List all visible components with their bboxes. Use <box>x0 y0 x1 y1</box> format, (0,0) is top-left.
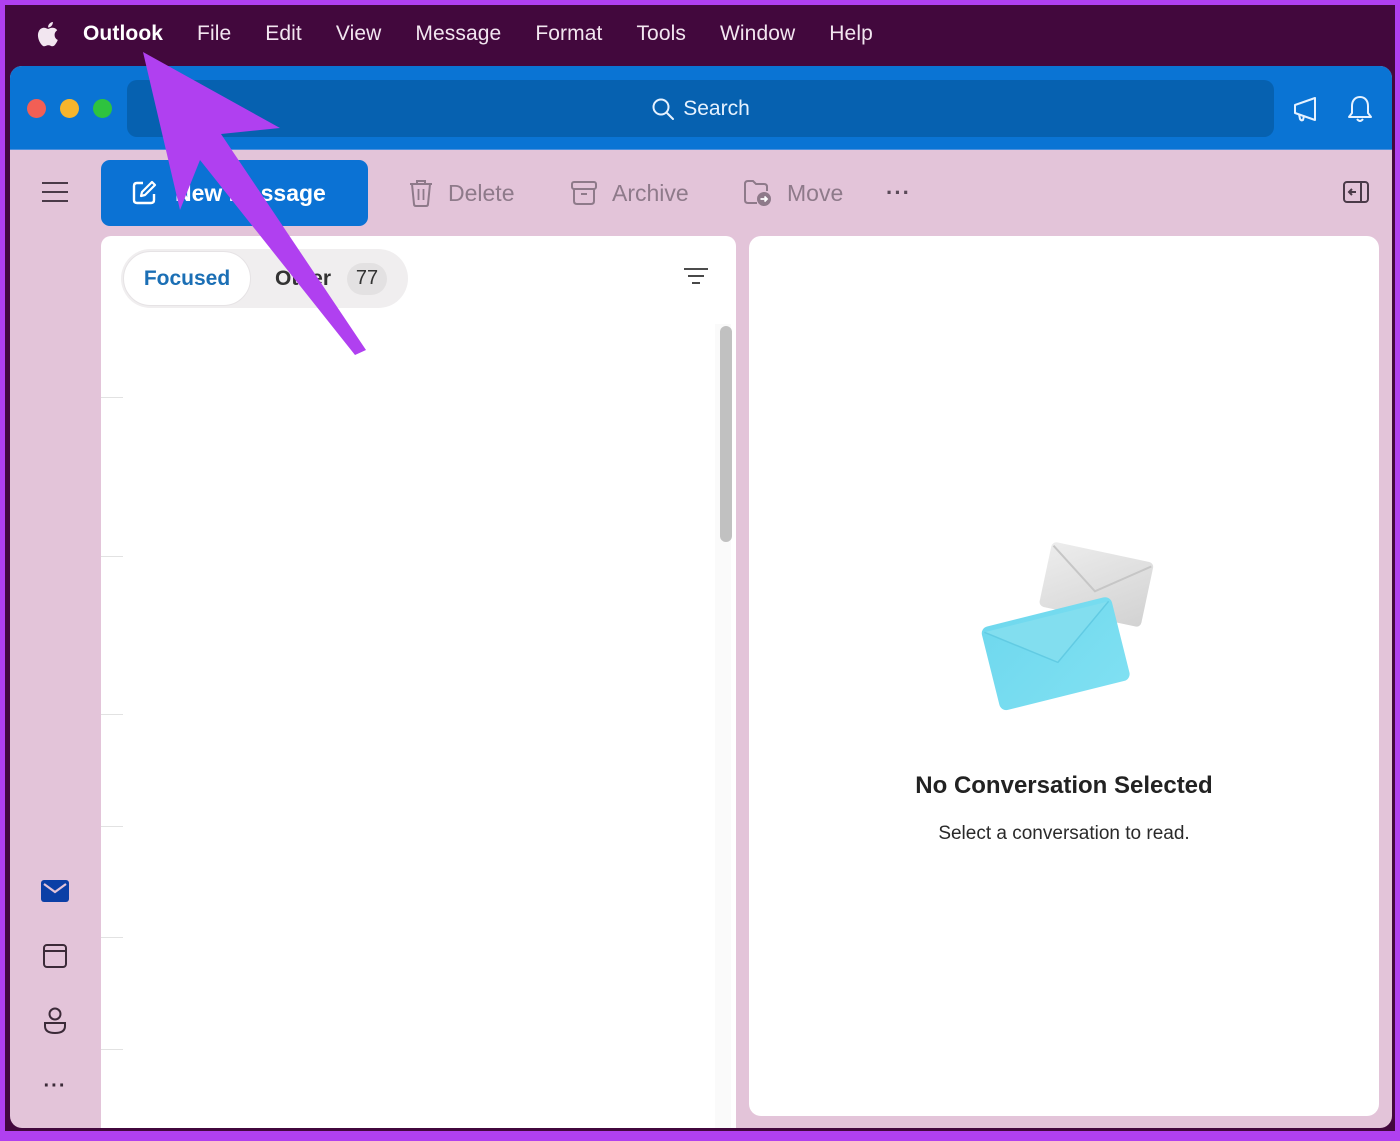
folder-move-icon <box>744 180 771 206</box>
tab-other[interactable]: Other 77 <box>275 249 388 308</box>
collapse-pane-icon[interactable] <box>1342 180 1370 204</box>
move-label: Move <box>787 179 844 206</box>
apple-logo-icon[interactable] <box>35 20 61 48</box>
menu-help[interactable]: Help <box>829 22 873 46</box>
trash-icon <box>410 180 432 207</box>
new-message-button[interactable]: New Message <box>101 160 368 226</box>
bell-icon[interactable] <box>1344 93 1376 125</box>
menu-view[interactable]: View <box>336 22 382 46</box>
list-separator <box>101 714 123 715</box>
search-icon <box>652 98 675 120</box>
more-icon: ··· <box>886 180 911 205</box>
tab-focused-label: Focused <box>143 266 231 290</box>
more-apps-icon[interactable]: ··· <box>40 1071 70 1101</box>
new-message-label: New Message <box>175 179 326 206</box>
blue-envelope <box>981 597 1130 711</box>
menu-window[interactable]: Window <box>720 22 795 46</box>
close-window-button[interactable] <box>27 99 46 118</box>
list-separator <box>101 937 123 938</box>
minimize-window-button[interactable] <box>60 99 79 118</box>
inbox-pivot: Focused Other 77 <box>121 249 408 308</box>
menu-format[interactable]: Format <box>535 22 602 46</box>
list-separator <box>101 397 123 398</box>
more-actions-button[interactable]: ··· <box>886 174 911 212</box>
menu-tools[interactable]: Tools <box>636 22 686 46</box>
empty-state-title: No Conversation Selected <box>915 772 1213 799</box>
title-bar: Search <box>10 66 1392 150</box>
archive-box-icon <box>571 181 597 205</box>
people-icon[interactable] <box>40 1006 70 1036</box>
list-separator <box>101 826 123 827</box>
hamburger-menu-icon[interactable] <box>40 180 70 204</box>
calendar-icon[interactable] <box>40 941 70 971</box>
filter-icon[interactable] <box>683 266 709 288</box>
archive-button[interactable]: Archive <box>570 174 689 212</box>
zoom-window-button[interactable] <box>93 99 112 118</box>
delete-button[interactable]: Delete <box>408 174 514 212</box>
desktop-screen: Outlook File Edit View Message Format To… <box>5 5 1395 1131</box>
tab-focused[interactable]: Focused <box>123 251 251 306</box>
compose-icon <box>132 180 157 205</box>
envelopes-illustration <box>981 542 1154 711</box>
move-button[interactable]: Move <box>743 174 843 212</box>
menu-outlook[interactable]: Outlook <box>83 22 163 46</box>
list-separator <box>101 556 123 557</box>
search-placeholder: Search <box>683 96 750 120</box>
delete-label: Delete <box>448 179 515 206</box>
menu-file[interactable]: File <box>197 22 231 46</box>
search-input[interactable]: Search <box>127 80 1274 137</box>
menu-edit[interactable]: Edit <box>265 22 302 46</box>
menu-message[interactable]: Message <box>415 22 501 46</box>
unread-count-badge: 77 <box>347 262 388 295</box>
reading-pane: No Conversation Selected Select a conver… <box>749 236 1379 1116</box>
scrollbar-thumb[interactable] <box>720 326 732 542</box>
empty-state-subtitle: Select a conversation to read. <box>938 823 1190 844</box>
outlook-window: Search New Message Delete Archive Move ·… <box>10 66 1392 1128</box>
list-separator <box>101 1049 123 1050</box>
message-list-pane: Focused Other 77 <box>101 236 736 1128</box>
megaphone-icon[interactable] <box>1290 93 1322 125</box>
menu-bar: Outlook File Edit View Message Format To… <box>5 5 1395 63</box>
archive-label: Archive <box>612 179 689 206</box>
mail-icon[interactable] <box>40 876 70 906</box>
tab-other-label: Other <box>275 266 332 290</box>
